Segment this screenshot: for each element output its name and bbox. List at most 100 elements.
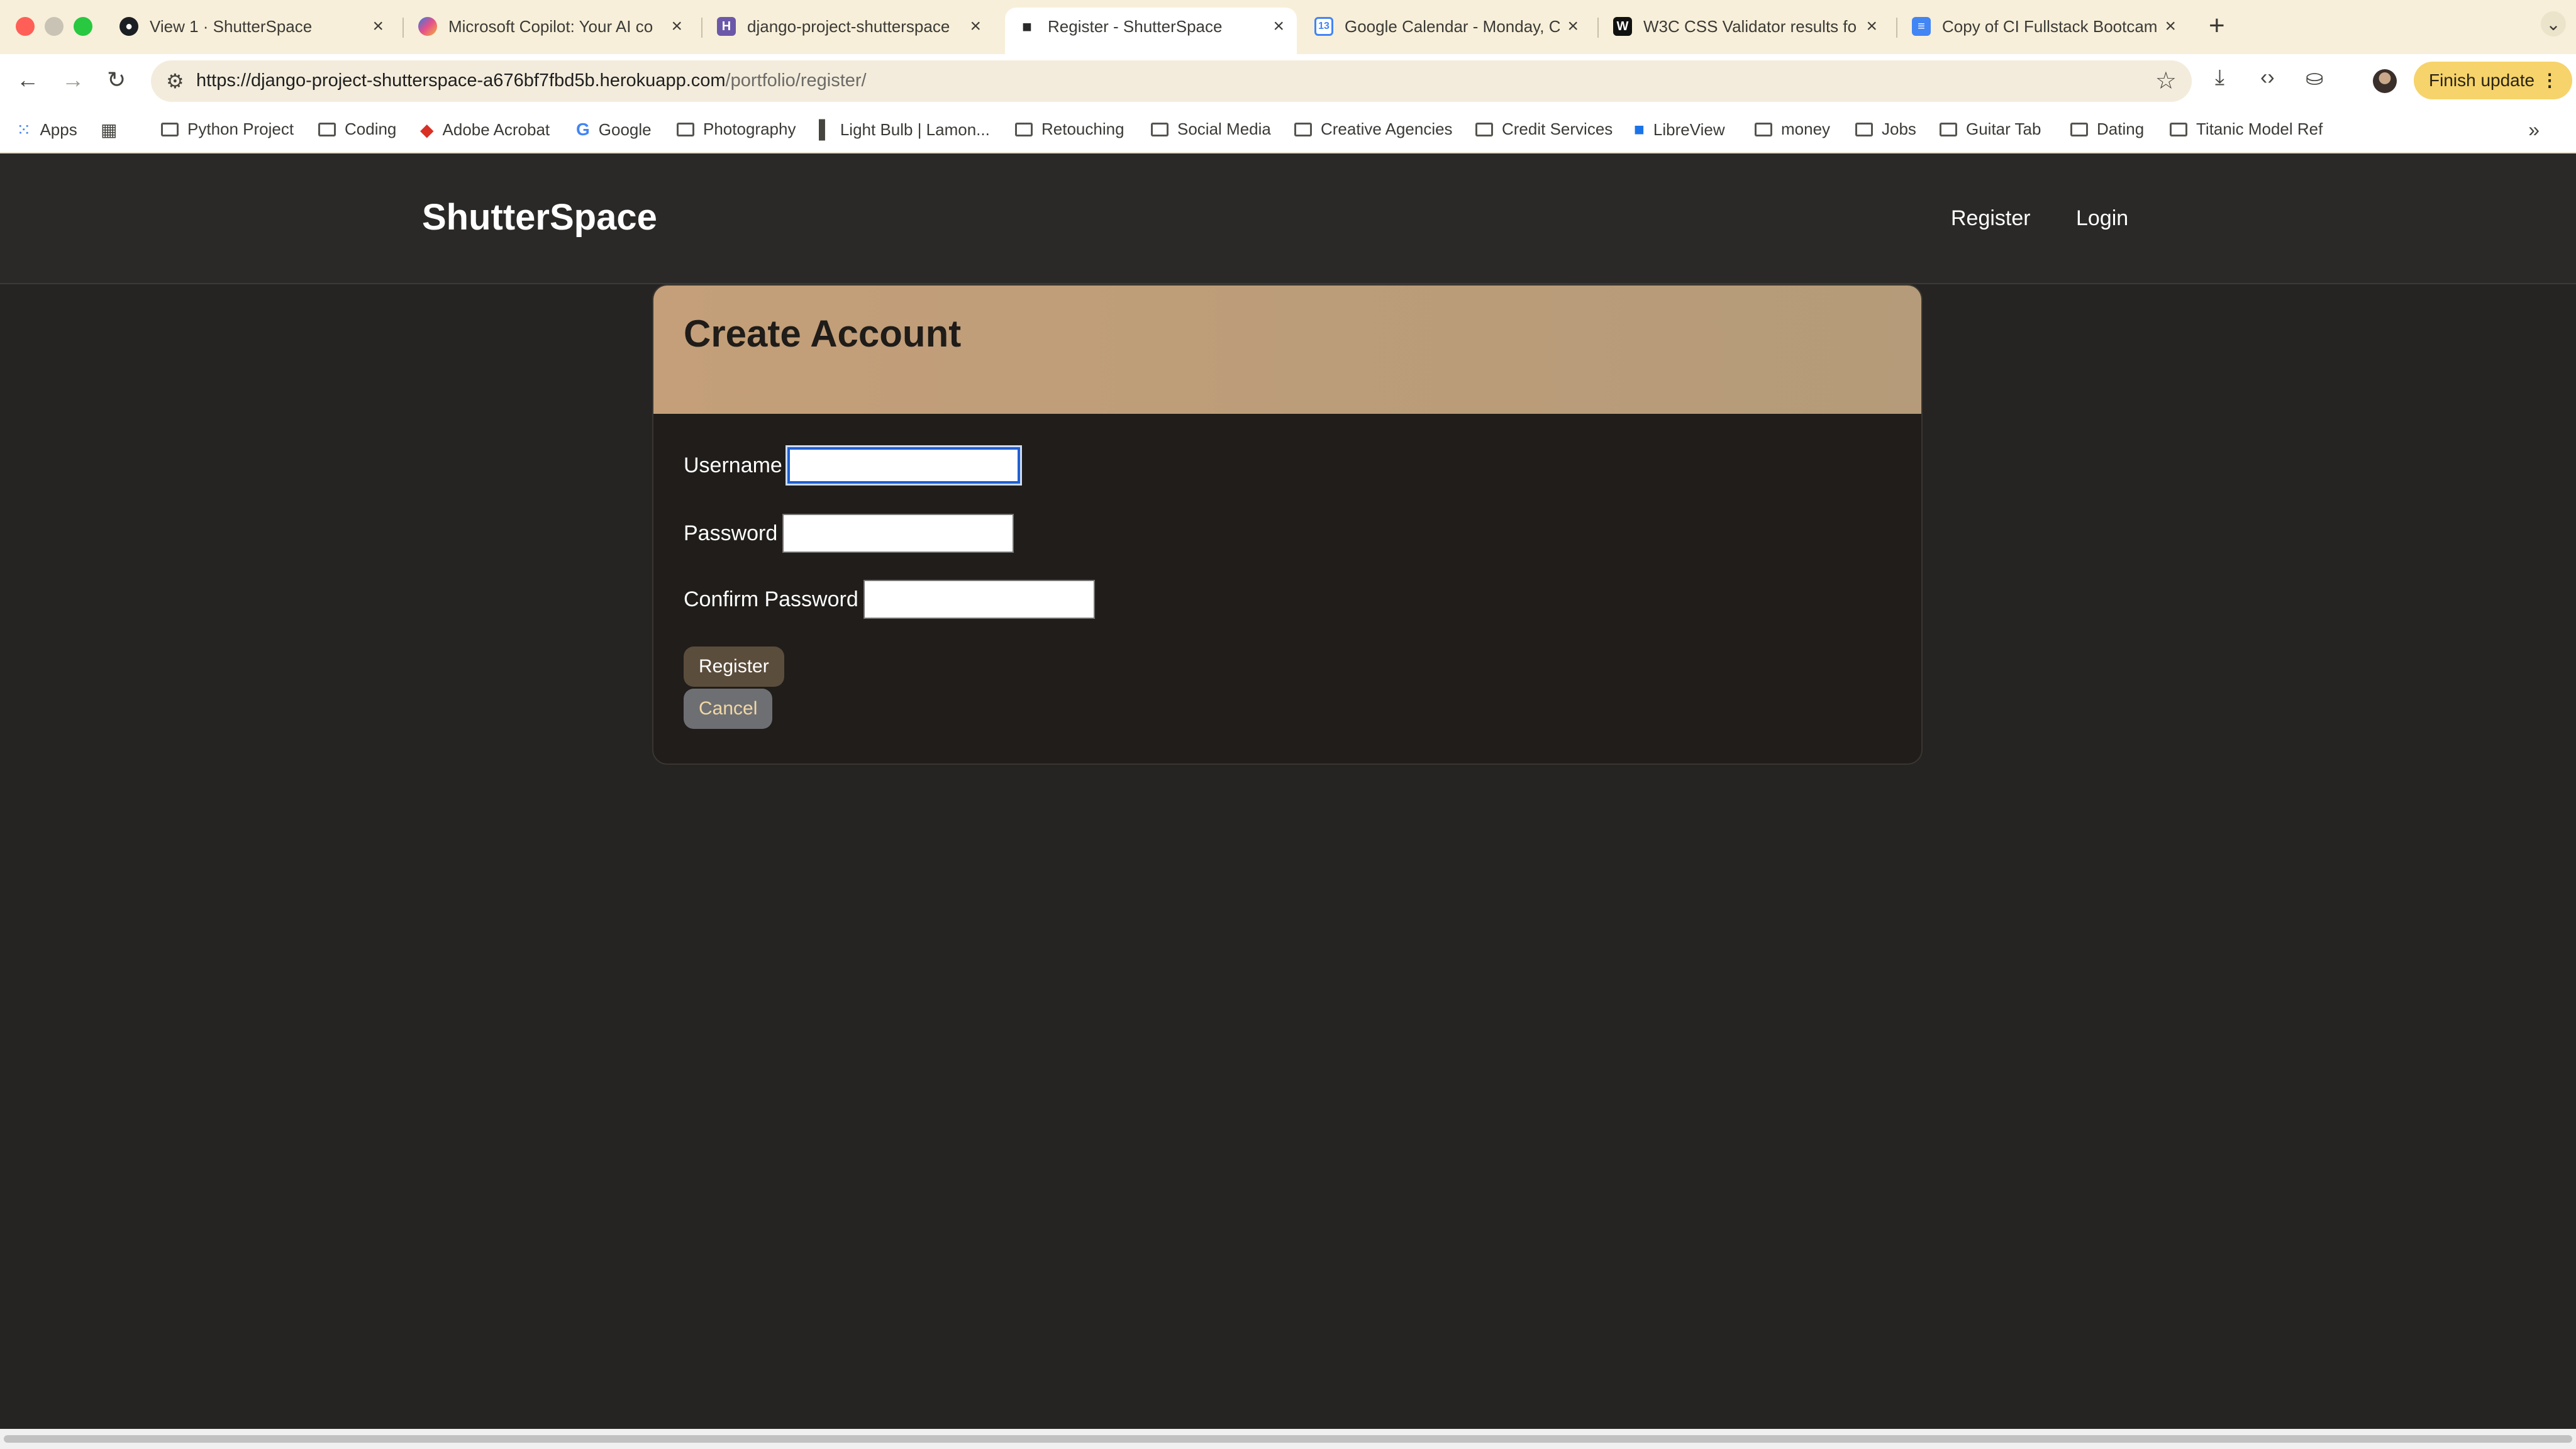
bookmark-folder[interactable]: Coding — [318, 119, 396, 139]
tab-label: Copy of CI Fullstack Bootcam — [1942, 16, 2158, 36]
bookmarks-bar: ⁙ Apps ▦ Python Project Coding ◆ Adobe Acr… — [0, 108, 2576, 153]
more-menu-icon[interactable]: ⋮ — [2541, 62, 2558, 99]
bookmark-folder[interactable]: Social Media — [1151, 119, 1271, 139]
bookmark-folder[interactable]: Creative Agencies — [1294, 119, 1453, 139]
browser-tab-strip: ● View 1 · ShutterSpace × Microsoft Copi… — [0, 0, 2576, 54]
password-label: Password — [684, 521, 778, 545]
bookmark-folder[interactable]: Photography — [677, 119, 796, 139]
chevron-down-icon[interactable]: ⌄ — [2541, 11, 2566, 36]
code-icon[interactable]: ‹› — [2260, 65, 2275, 90]
nav-register-link[interactable]: Register — [1951, 206, 2031, 231]
site-info-icon[interactable]: ⚙ — [166, 69, 184, 93]
github-icon: ● — [119, 17, 138, 36]
tab-label: W3C CSS Validator results fo — [1643, 16, 1857, 36]
register-button[interactable]: Register — [684, 647, 784, 687]
bookmark-link[interactable]: ■ LibreView — [1634, 119, 1725, 140]
bookmark-folder[interactable]: Jobs — [1855, 119, 1916, 139]
close-icon[interactable]: × — [970, 16, 981, 37]
bookmark-folder[interactable]: Python Project — [161, 119, 294, 139]
folder-icon — [1855, 122, 1873, 136]
close-icon[interactable]: × — [671, 16, 682, 37]
new-tab-icon[interactable]: + — [2209, 10, 2225, 42]
password-row: Password — [684, 514, 1014, 553]
register-card: Create Account Username Password Confirm… — [652, 284, 1923, 765]
download-icon[interactable]: ⤓ — [2215, 65, 2224, 90]
browser-tab[interactable]: 13 Google Calendar - Monday, C × — [1302, 8, 1591, 45]
folder-icon — [2170, 122, 2187, 136]
folder-icon — [1475, 122, 1493, 136]
close-icon[interactable]: × — [1567, 16, 1579, 37]
close-icon[interactable]: × — [1866, 16, 1877, 37]
tab-label: Google Calendar - Monday, C — [1345, 16, 1560, 36]
heroku-icon: H — [717, 17, 736, 36]
bookmark-apps[interactable]: ⁙ Apps — [16, 119, 77, 140]
nav-login-link[interactable]: Login — [2076, 206, 2128, 231]
browser-tab-active[interactable]: ■ Register - ShutterSpace × — [1005, 8, 1297, 54]
reload-icon[interactable]: ↻ — [107, 67, 126, 93]
browser-tab[interactable]: W W3C CSS Validator results fo × — [1601, 8, 1890, 45]
folder-icon — [1015, 122, 1033, 136]
horizontal-scrollbar[interactable] — [0, 1429, 2576, 1449]
tab-groups-icon: ▦ — [101, 120, 118, 140]
page-title: Create Account — [684, 313, 962, 355]
chevron-double-right-icon[interactable]: » — [2528, 118, 2540, 142]
folder-icon — [1151, 122, 1169, 136]
address-bar[interactable]: ⚙ https://django-project-shutterspace-a6… — [151, 60, 2192, 102]
close-icon[interactable]: × — [372, 16, 384, 37]
bookmark-folder[interactable]: Titanic Model Ref — [2170, 119, 2323, 139]
tab-label: django-project-shutterspace — [747, 16, 950, 36]
bookmark-folder[interactable]: Credit Services — [1475, 119, 1613, 139]
copilot-icon — [418, 17, 437, 36]
confirm-password-row: Confirm Password — [684, 580, 1095, 619]
close-icon[interactable]: × — [2165, 16, 2176, 37]
browser-tab[interactable]: ≡ Copy of CI Fullstack Bootcam × — [1899, 8, 2189, 45]
apps-grid-icon: ⁙ — [16, 120, 31, 140]
username-row: Username — [684, 445, 1022, 486]
bookmark-link[interactable]: ▌ Light Bulb | Lamon... — [819, 119, 990, 140]
bookmark-folder[interactable]: Dating — [2070, 119, 2144, 139]
browser-tab[interactable]: H django-project-shutterspace × — [704, 8, 994, 45]
folder-icon — [1940, 122, 1957, 136]
site-brand[interactable]: ShutterSpace — [422, 196, 657, 238]
card-header: Create Account — [653, 286, 1921, 414]
scrollbar-thumb[interactable] — [4, 1435, 2572, 1443]
confirm-password-input[interactable] — [863, 580, 1095, 619]
username-label: Username — [684, 453, 782, 477]
browser-tab[interactable]: Microsoft Copilot: Your AI co × — [406, 8, 695, 45]
back-icon[interactable]: ← — [16, 67, 39, 93]
forward-icon[interactable]: → — [62, 67, 84, 93]
folder-icon — [161, 122, 179, 136]
finish-update-button[interactable]: Finish update ⋮ — [2414, 62, 2573, 99]
bookmark-page-icon: ▌ — [819, 119, 831, 139]
bookmark-tab-groups[interactable]: ▦ — [101, 119, 126, 140]
close-icon[interactable]: × — [1273, 16, 1284, 37]
calendar-icon: 13 — [1314, 17, 1333, 36]
site-header: ShutterSpace Register Login — [0, 153, 2576, 284]
window-zoom-icon[interactable] — [74, 17, 92, 36]
browser-toolbar: ← → ↻ ⚙ https://django-project-shuttersp… — [0, 54, 2576, 108]
bookmark-link[interactable]: G Google — [576, 119, 652, 140]
folder-icon — [2070, 122, 2088, 136]
bookmark-folder[interactable]: Retouching — [1015, 119, 1124, 139]
profile-avatar[interactable] — [2373, 69, 2397, 93]
bookmark-folder[interactable]: Guitar Tab — [1940, 119, 2041, 139]
password-input[interactable] — [782, 514, 1014, 553]
bookmark-folder[interactable]: money — [1755, 119, 1830, 139]
window-close-icon[interactable] — [16, 17, 35, 36]
folder-icon — [318, 122, 336, 136]
google-icon: G — [576, 119, 590, 139]
folder-icon — [677, 122, 694, 136]
bookmark-star-icon[interactable]: ☆ — [2155, 67, 2177, 95]
camera-icon: ■ — [1022, 16, 1032, 36]
window-minimize-icon[interactable] — [45, 17, 64, 36]
browser-tab[interactable]: ● View 1 · ShutterSpace × — [107, 8, 396, 45]
tab-label: Microsoft Copilot: Your AI co — [448, 16, 653, 36]
libreview-icon: ■ — [1634, 119, 1645, 139]
bookmark-link[interactable]: ◆ Adobe Acrobat — [420, 119, 550, 140]
finish-update-label: Finish update — [2429, 70, 2535, 90]
folder-icon — [1755, 122, 1772, 136]
incognito-icon[interactable]: ⛀ — [2306, 65, 2324, 91]
username-input[interactable] — [785, 445, 1022, 486]
acrobat-icon: ◆ — [420, 120, 434, 140]
cancel-button[interactable]: Cancel — [684, 689, 773, 729]
